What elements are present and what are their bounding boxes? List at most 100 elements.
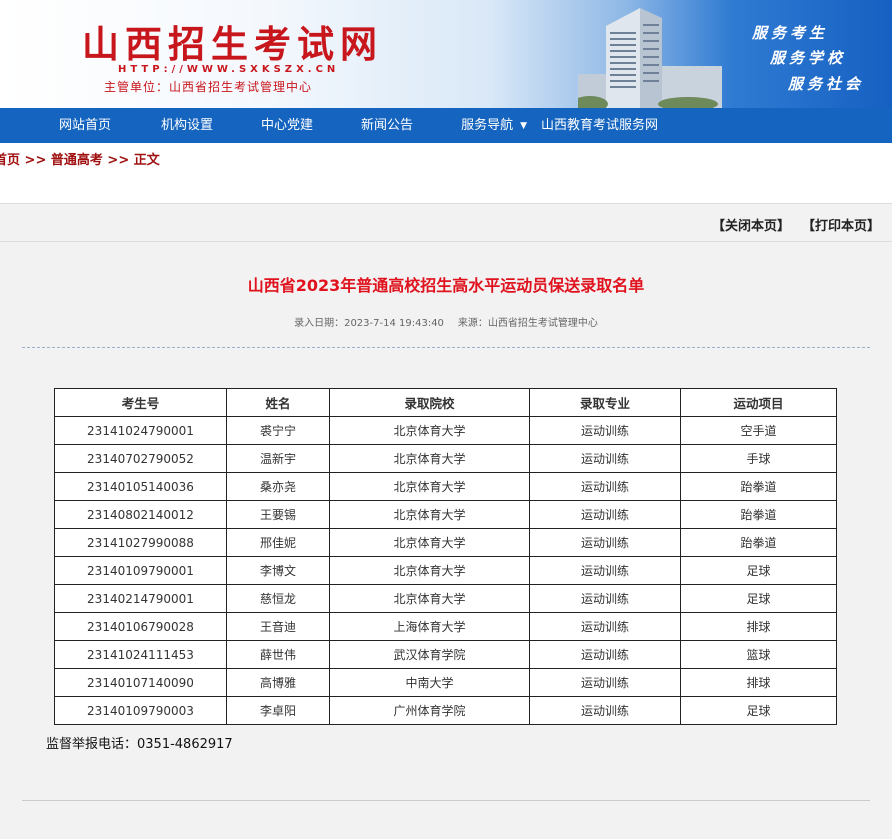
cell-name: 温新宇 bbox=[226, 444, 330, 473]
table-row: 23140107140090 高博雅 中南大学 运动训练 排球 bbox=[54, 668, 837, 697]
cell-school: 广州体育学院 bbox=[329, 696, 530, 725]
article-source: 来源：山西省招生考试管理中心 bbox=[457, 318, 598, 329]
column-header: 录取专业 bbox=[529, 388, 681, 417]
cell-school: 中南大学 bbox=[329, 668, 530, 697]
article-date: 录入日期：2023-7-14 19:43:40 bbox=[294, 318, 444, 329]
building-image bbox=[578, 8, 722, 108]
admission-table: 考生号 姓名 录取院校 录取专业 运动项目 23141024790001 裘宁宁北… bbox=[54, 388, 837, 725]
cell-major: 运动训练 bbox=[529, 696, 681, 725]
column-header: 姓名 bbox=[226, 388, 330, 417]
cell-exam-id: 23141024111453 bbox=[54, 640, 227, 669]
nav-exam-service[interactable]: 山西教育考试服务网 bbox=[541, 108, 658, 143]
table-row: 23140109790001 李博文 北京体育大学 运动训练 足球 bbox=[54, 556, 837, 585]
cell-sport: 排球 bbox=[680, 612, 837, 641]
column-header: 录取院校 bbox=[329, 388, 530, 417]
cell-major: 运动训练 bbox=[529, 668, 681, 697]
dashed-divider bbox=[22, 347, 870, 348]
cell-exam-id: 23140109790003 bbox=[54, 696, 227, 725]
cell-exam-id: 23141027990088 bbox=[54, 528, 227, 557]
cell-school: 北京体育大学 bbox=[329, 444, 530, 473]
table-header-row: 考生号 姓名 录取院校 录取专业 运动项目 bbox=[54, 388, 837, 417]
bottom-divider bbox=[22, 800, 870, 801]
cell-exam-id: 23140109790001 bbox=[54, 556, 227, 585]
table-row: 23140105140036 桑亦尧 北京体育大学 运动训练 跆拳道 bbox=[54, 472, 837, 501]
cell-name: 薛世伟 bbox=[226, 640, 330, 669]
cell-name: 桑亦尧 bbox=[226, 472, 330, 501]
cell-major: 运动训练 bbox=[529, 528, 681, 557]
slogan-1: 服务考生 bbox=[752, 24, 829, 42]
breadcrumb: 首页 >> 普通高考 >> 正文 bbox=[0, 143, 892, 173]
main-nav: 网站首页 机构设置 中心党建 新闻公告 服务导航 ▼ 山西教育考试服务网 bbox=[0, 108, 892, 143]
article-meta: 录入日期：2023-7-14 19:43:40 来源：山西省招生考试管理中心 bbox=[0, 314, 892, 329]
cell-sport: 跆拳道 bbox=[680, 472, 837, 501]
nav-services[interactable]: 服务导航 ▼ bbox=[461, 108, 527, 143]
cell-sport: 排球 bbox=[680, 668, 837, 697]
cell-school: 北京体育大学 bbox=[329, 528, 530, 557]
table-row: 23140106790028 王音迪 上海体育大学 运动训练 排球 bbox=[54, 612, 837, 641]
table-row: 23140214790001 慈恒龙 北京体育大学 运动训练 足球 bbox=[54, 584, 837, 613]
site-sponsor: 主管单位：山西省招生考试管理中心 bbox=[104, 80, 313, 94]
cell-major: 运动训练 bbox=[529, 444, 681, 473]
close-page-button[interactable]: 【关闭本页】 bbox=[712, 215, 790, 234]
column-header: 考生号 bbox=[54, 388, 227, 417]
cell-major: 运动训练 bbox=[529, 500, 681, 529]
slogan-3: 服务社会 bbox=[788, 75, 865, 93]
nav-home[interactable]: 网站首页 bbox=[59, 108, 111, 143]
site-url: HTTP://WWW.SXKSZX.CN bbox=[118, 64, 340, 75]
table-body: 23141024790001 裘宁宁 北京体育大学 运动训练 空手道 231407027… bbox=[54, 416, 837, 725]
cell-name: 邢佳妮 bbox=[226, 528, 330, 557]
slogan-2: 服务学校 bbox=[770, 49, 847, 67]
cell-exam-id: 23140702790052 bbox=[54, 444, 227, 473]
cell-major: 运动训练 bbox=[529, 556, 681, 585]
table-row: 23140702790052 温新宇 北京体育大学 运动训练 手球 bbox=[54, 444, 837, 473]
cell-name: 李卓阳 bbox=[226, 696, 330, 725]
cell-name: 慈恒龙 bbox=[226, 584, 330, 613]
site-title[interactable]: 山西招生考试网 bbox=[82, 14, 383, 68]
breadcrumb-category[interactable]: 普通高考 bbox=[51, 153, 103, 168]
nav-party[interactable]: 中心党建 bbox=[261, 108, 313, 143]
cell-school: 北京体育大学 bbox=[329, 500, 530, 529]
breadcrumb-separator: >> bbox=[24, 153, 47, 168]
article-actions: 【关闭本页】 【打印本页】 bbox=[0, 204, 892, 242]
cell-major: 运动训练 bbox=[529, 640, 681, 669]
cell-sport: 篮球 bbox=[680, 640, 837, 669]
breadcrumb-separator: >> bbox=[107, 153, 130, 168]
cell-name: 高博雅 bbox=[226, 668, 330, 697]
cell-school: 北京体育大学 bbox=[329, 472, 530, 501]
table-row: 23140109790003 李卓阳 广州体育学院 运动训练 足球 bbox=[54, 696, 837, 725]
breadcrumb-home[interactable]: 首页 bbox=[0, 153, 20, 168]
breadcrumb-spacer bbox=[0, 173, 892, 204]
nav-organization[interactable]: 机构设置 bbox=[161, 108, 213, 143]
cell-sport: 空手道 bbox=[680, 416, 837, 445]
cell-name: 李博文 bbox=[226, 556, 330, 585]
cell-school: 上海体育大学 bbox=[329, 612, 530, 641]
cell-sport: 跆拳道 bbox=[680, 500, 837, 529]
nav-services-label: 服务导航 bbox=[461, 118, 514, 133]
cell-sport: 足球 bbox=[680, 584, 837, 613]
print-page-button[interactable]: 【打印本页】 bbox=[802, 215, 880, 234]
cell-exam-id: 23140214790001 bbox=[54, 584, 227, 613]
breadcrumb-current: 正文 bbox=[133, 153, 160, 168]
cell-major: 运动训练 bbox=[529, 472, 681, 501]
cell-name: 王音迪 bbox=[226, 612, 330, 641]
table-row: 23141024790001 裘宁宁 北京体育大学 运动训练 空手道 bbox=[54, 416, 837, 445]
nav-news[interactable]: 新闻公告 bbox=[361, 108, 413, 143]
cell-major: 运动训练 bbox=[529, 584, 681, 613]
cell-sport: 手球 bbox=[680, 444, 837, 473]
cell-exam-id: 23140802140012 bbox=[54, 500, 227, 529]
article-title: 山西省2023年普通高校招生高水平运动员保送录取名单 bbox=[247, 276, 645, 295]
caret-down-icon: ▼ bbox=[520, 121, 527, 131]
cell-school: 北京体育大学 bbox=[329, 556, 530, 585]
cell-sport: 跆拳道 bbox=[680, 528, 837, 557]
cell-school: 北京体育大学 bbox=[329, 416, 530, 445]
cell-sport: 足球 bbox=[680, 556, 837, 585]
cell-exam-id: 23140105140036 bbox=[54, 472, 227, 501]
report-phone: 监督举报电话：0351-4862917 bbox=[46, 737, 233, 752]
cell-exam-id: 23140107140090 bbox=[54, 668, 227, 697]
cell-sport: 足球 bbox=[680, 696, 837, 725]
column-header: 运动项目 bbox=[680, 388, 837, 417]
cell-major: 运动训练 bbox=[529, 612, 681, 641]
table-row: 23141027990088 邢佳妮 北京体育大学 运动训练 跆拳道 bbox=[54, 528, 837, 557]
cell-name: 裘宁宁 bbox=[226, 416, 330, 445]
table-row: 23140802140012 王要锡 北京体育大学 运动训练 跆拳道 bbox=[54, 500, 837, 529]
